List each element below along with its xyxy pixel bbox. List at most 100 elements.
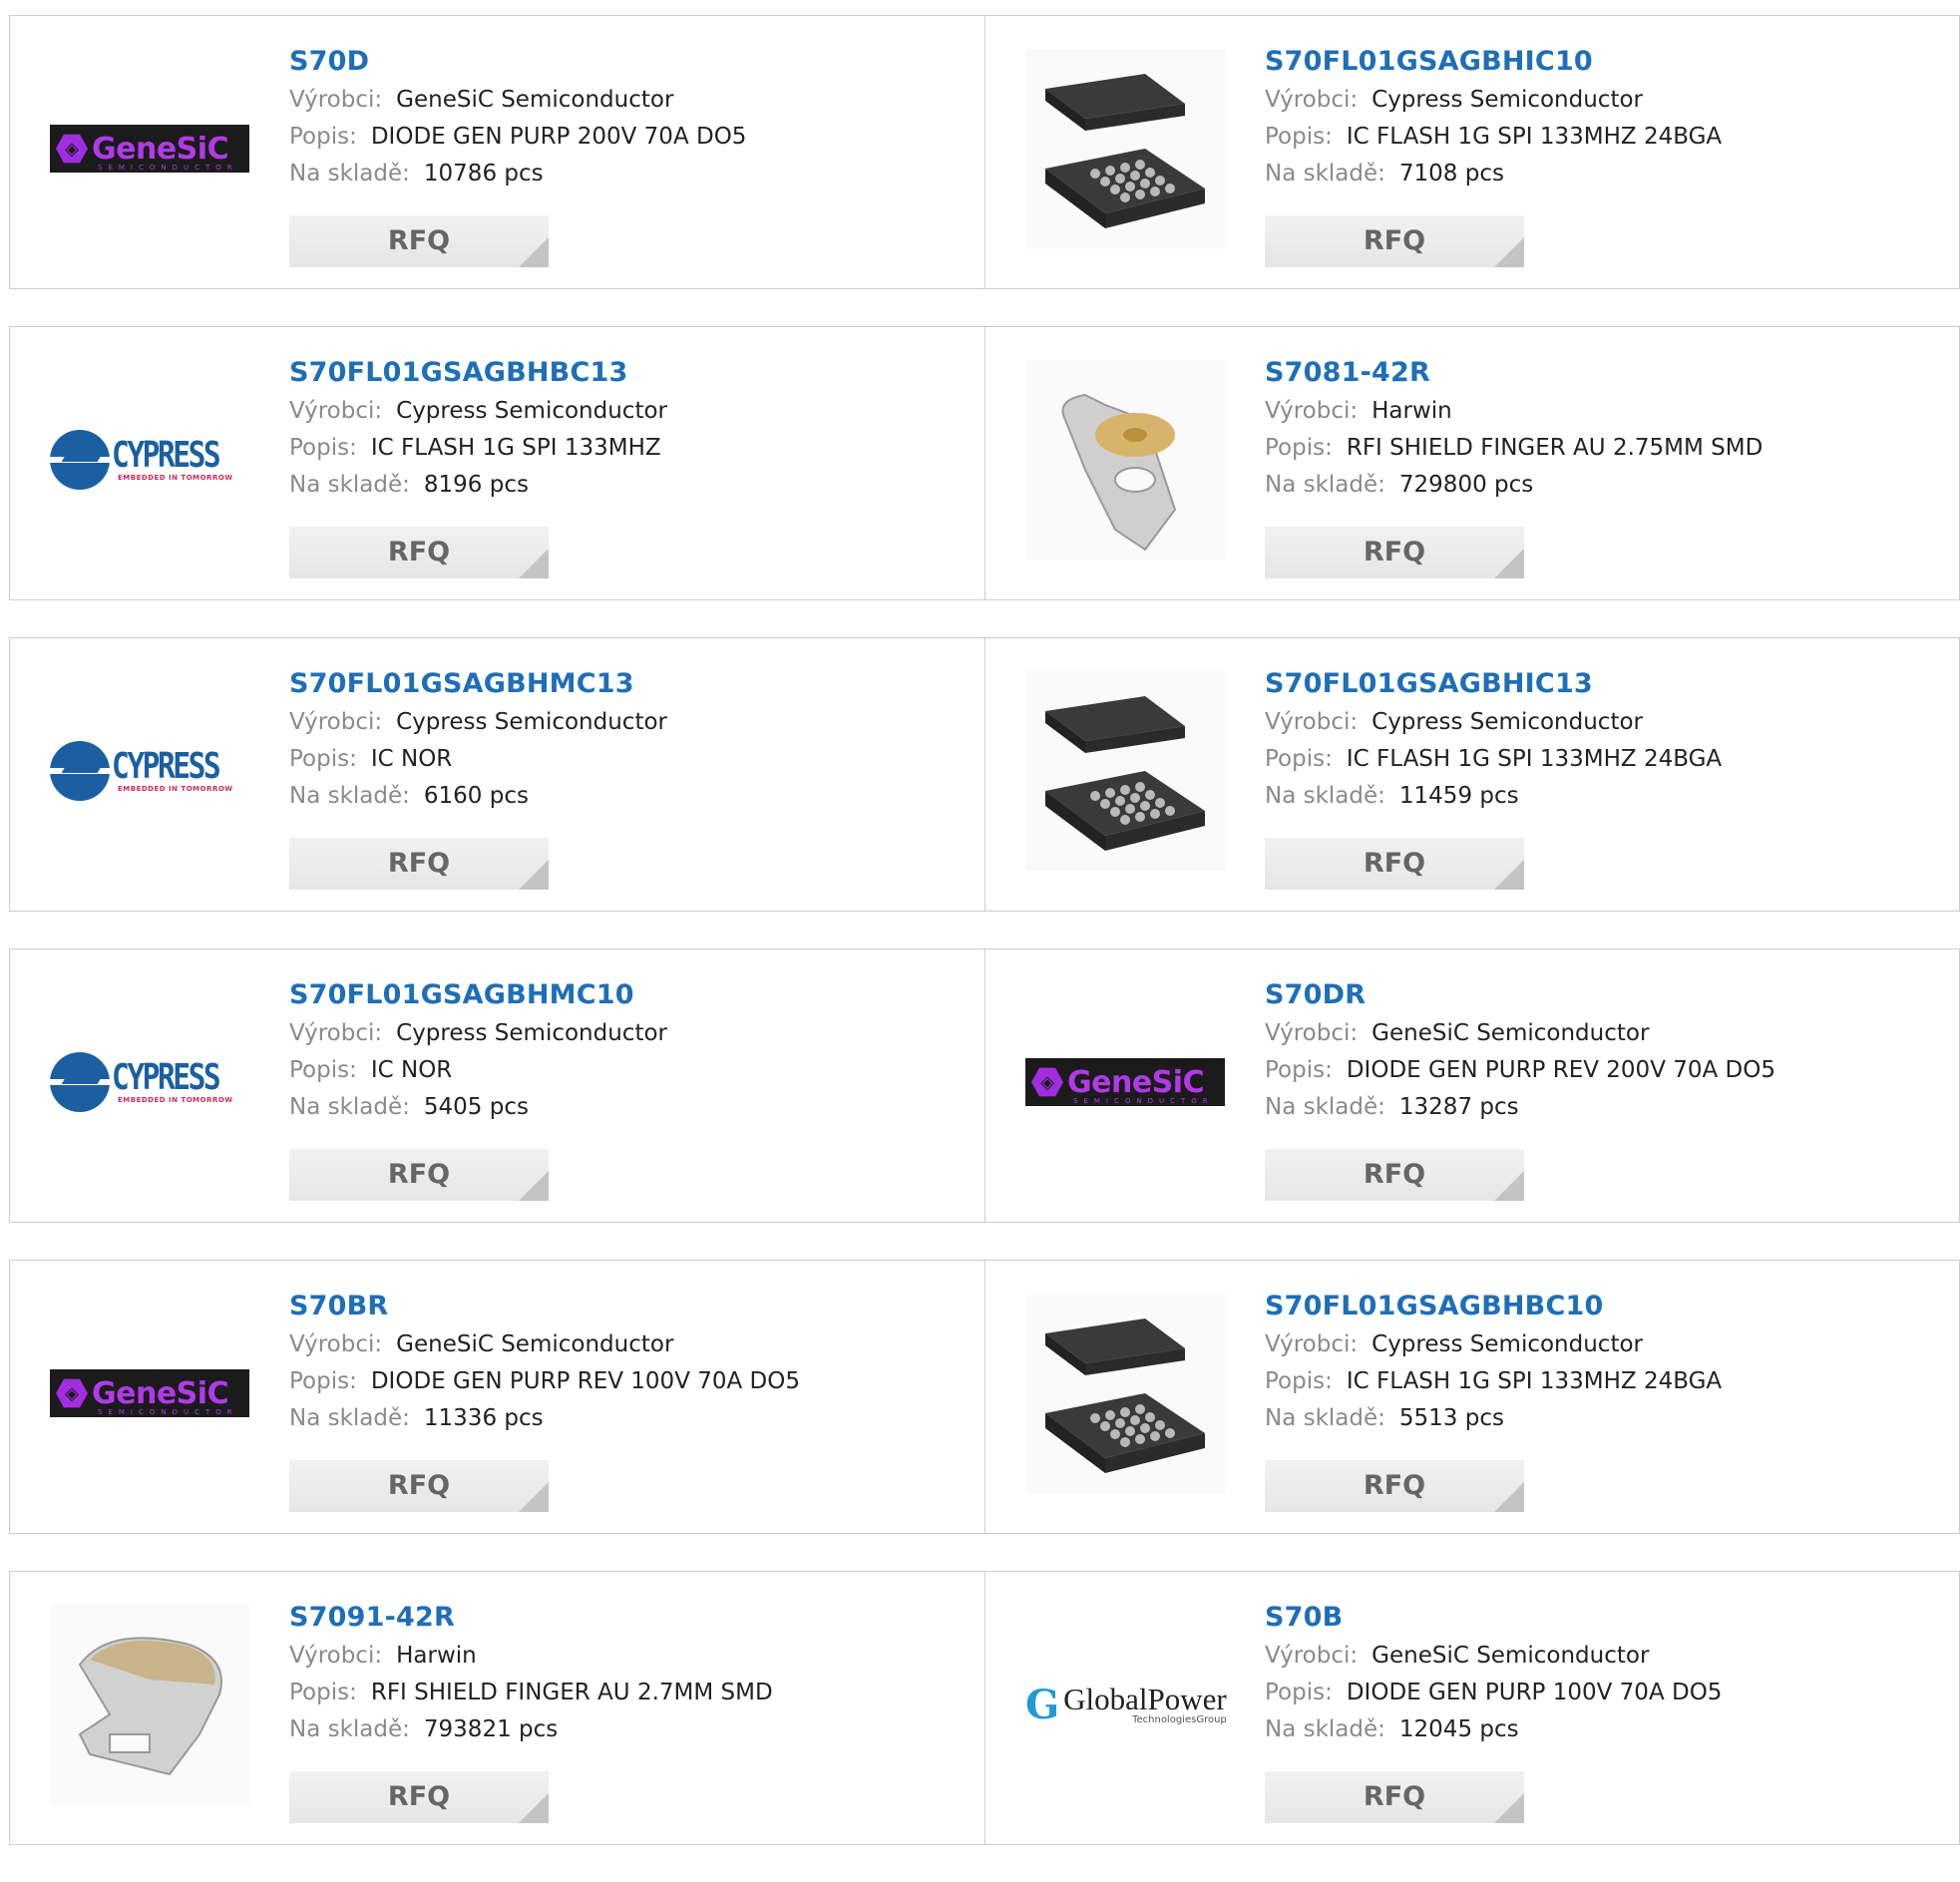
part-number-link[interactable]: S70FL01GSAGBHBC10 bbox=[1265, 1289, 1949, 1326]
shield-finger-icon bbox=[1025, 360, 1225, 560]
manufacturer-logo[interactable]: G GlobalPower TechnologiesGroup bbox=[1025, 1605, 1227, 1804]
rfq-button[interactable]: RFQ bbox=[289, 1771, 549, 1823]
manufacturer-label: Výrobci: bbox=[289, 87, 383, 113]
manufacturer-value: GeneSiC Semiconductor bbox=[396, 1331, 674, 1357]
manufacturer-value: Cypress Semiconductor bbox=[1372, 1331, 1643, 1357]
manufacturer-label: Výrobci: bbox=[289, 1331, 383, 1357]
manufacturer-value: Cypress Semiconductor bbox=[1372, 87, 1643, 113]
description-label: Popis: bbox=[289, 1680, 357, 1705]
product-card: CYPRESS EMBEDDED IN TOMORROW S70FL01GSAGB… bbox=[9, 637, 985, 912]
stock-label: Na skladě: bbox=[1265, 161, 1385, 187]
stock-label: Na skladě: bbox=[289, 1094, 410, 1120]
product-image[interactable] bbox=[1025, 49, 1225, 248]
description-label: Popis: bbox=[1265, 124, 1333, 150]
product-card: CYPRESS EMBEDDED IN TOMORROW S70FL01GSAGB… bbox=[9, 326, 985, 600]
stock-value: 7108 pcs bbox=[1398, 161, 1504, 187]
part-number-link[interactable]: S70DR bbox=[1265, 977, 1949, 1015]
product-card: CYPRESS EMBEDDED IN TOMORROW S70FL01GSAGB… bbox=[9, 948, 985, 1223]
manufacturer-value: Cypress Semiconductor bbox=[1372, 709, 1643, 735]
rfq-button[interactable]: RFQ bbox=[1265, 1771, 1524, 1823]
product-row: CYPRESS EMBEDDED IN TOMORROW S70FL01GSAGB… bbox=[9, 326, 1960, 600]
product-card: ◈ GeneSiC SEMICONDUCTOR S70DR Výrobci: Gene… bbox=[985, 948, 1960, 1223]
product-image[interactable] bbox=[1025, 1294, 1225, 1493]
part-number-link[interactable]: S70FL01GSAGBHIC10 bbox=[1265, 44, 1949, 82]
rfq-button[interactable]: RFQ bbox=[1265, 1460, 1524, 1512]
stock-value: 6160 pcs bbox=[423, 783, 529, 809]
part-number-link[interactable]: S70FL01GSAGBHBC13 bbox=[289, 355, 975, 393]
description-label: Popis: bbox=[289, 1057, 357, 1083]
manufacturer-logo[interactable]: ◈ GeneSiC SEMICONDUCTOR bbox=[50, 1294, 249, 1493]
product-image[interactable] bbox=[1025, 671, 1225, 871]
part-number-link[interactable]: S7091-42R bbox=[289, 1600, 975, 1638]
part-number-link[interactable]: S70B bbox=[1265, 1600, 1949, 1638]
rfq-button[interactable]: RFQ bbox=[289, 527, 549, 578]
manufacturer-logo[interactable]: ◈ GeneSiC SEMICONDUCTOR bbox=[1025, 982, 1225, 1182]
stock-value: 10786 pcs bbox=[423, 161, 544, 187]
manufacturer-logo[interactable]: CYPRESS EMBEDDED IN TOMORROW bbox=[50, 671, 249, 871]
part-number-link[interactable]: S70BR bbox=[289, 1289, 975, 1326]
rfq-button[interactable]: RFQ bbox=[1265, 838, 1524, 890]
stock-value: 5513 pcs bbox=[1398, 1405, 1504, 1431]
manufacturer-label: Výrobci: bbox=[1265, 1643, 1359, 1669]
manufacturer-value: GeneSiC Semiconductor bbox=[396, 87, 674, 113]
rfq-button[interactable]: RFQ bbox=[1265, 527, 1524, 578]
manufacturer-label: Výrobci: bbox=[1265, 1020, 1359, 1046]
genesic-logo-icon: ◈ GeneSiC SEMICONDUCTOR bbox=[50, 125, 249, 173]
manufacturer-logo[interactable]: ◈ GeneSiC SEMICONDUCTOR bbox=[50, 49, 249, 248]
description-value: DIODE GEN PURP 100V 70A DO5 bbox=[1346, 1680, 1723, 1705]
product-row: S7091-42R Výrobci: Harwin Popis: RFI SHIEL… bbox=[9, 1571, 1960, 1845]
manufacturer-logo[interactable]: CYPRESS EMBEDDED IN TOMORROW bbox=[50, 360, 249, 560]
stock-label: Na skladě: bbox=[1265, 1405, 1385, 1431]
manufacturer-value: Cypress Semiconductor bbox=[396, 1020, 667, 1046]
product-card: S7081-42R Výrobci: Harwin Popis: RFI SHIEL… bbox=[985, 326, 1960, 600]
stock-label: Na skladě: bbox=[1265, 783, 1385, 809]
manufacturer-label: Výrobci: bbox=[1265, 709, 1359, 735]
stock-label: Na skladě: bbox=[1265, 1716, 1385, 1742]
manufacturer-value: Cypress Semiconductor bbox=[396, 398, 667, 424]
stock-label: Na skladě: bbox=[289, 161, 410, 187]
part-number-link[interactable]: S70FL01GSAGBHMC13 bbox=[289, 666, 975, 704]
stock-label: Na skladě: bbox=[289, 472, 410, 498]
product-card: ◈ GeneSiC SEMICONDUCTOR S70BR Výrobci: Gene… bbox=[9, 1260, 985, 1534]
stock-label: Na skladě: bbox=[289, 1405, 410, 1431]
part-number-link[interactable]: S70FL01GSAGBHMC10 bbox=[289, 977, 975, 1015]
product-image[interactable] bbox=[1025, 360, 1225, 560]
manufacturer-label: Výrobci: bbox=[289, 709, 383, 735]
manufacturer-logo[interactable]: CYPRESS EMBEDDED IN TOMORROW bbox=[50, 982, 249, 1182]
bga-chip-icon bbox=[1025, 49, 1225, 248]
rfq-button[interactable]: RFQ bbox=[289, 1460, 549, 1512]
rfq-button[interactable]: RFQ bbox=[289, 838, 549, 890]
stock-label: Na skladě: bbox=[289, 783, 410, 809]
product-card: S7091-42R Výrobci: Harwin Popis: RFI SHIEL… bbox=[9, 1571, 985, 1845]
description-value: DIODE GEN PURP 200V 70A DO5 bbox=[370, 124, 747, 150]
rfq-button[interactable]: RFQ bbox=[289, 215, 549, 267]
manufacturer-value: GeneSiC Semiconductor bbox=[1372, 1020, 1650, 1046]
cypress-logo-icon: CYPRESS EMBEDDED IN TOMORROW bbox=[50, 739, 249, 803]
stock-value: 13287 pcs bbox=[1398, 1094, 1519, 1120]
part-number-link[interactable]: S70FL01GSAGBHIC13 bbox=[1265, 666, 1949, 704]
part-number-link[interactable]: S7081-42R bbox=[1265, 355, 1949, 393]
description-value: RFI SHIELD FINGER AU 2.75MM SMD bbox=[1346, 435, 1764, 461]
stock-value: 11336 pcs bbox=[423, 1405, 544, 1431]
rfq-button[interactable]: RFQ bbox=[289, 1149, 549, 1201]
manufacturer-label: Výrobci: bbox=[1265, 1331, 1359, 1357]
part-number-link[interactable]: S70D bbox=[289, 44, 975, 82]
rfq-button[interactable]: RFQ bbox=[1265, 215, 1524, 267]
product-card: S70FL01GSAGBHBC10 Výrobci: Cypress Semico… bbox=[985, 1260, 1960, 1534]
product-card: ◈ GeneSiC SEMICONDUCTOR S70D Výrobci: GeneS… bbox=[9, 15, 985, 289]
manufacturer-label: Výrobci: bbox=[289, 1643, 383, 1669]
manufacturer-label: Výrobci: bbox=[289, 398, 383, 424]
genesic-logo-icon: ◈ GeneSiC SEMICONDUCTOR bbox=[1025, 1058, 1225, 1106]
stock-value: 11459 pcs bbox=[1398, 783, 1519, 809]
rfq-button[interactable]: RFQ bbox=[1265, 1149, 1524, 1201]
stock-value: 5405 pcs bbox=[423, 1094, 529, 1120]
description-value: IC FLASH 1G SPI 133MHZ 24BGA bbox=[1346, 746, 1723, 772]
cypress-logo-icon: CYPRESS EMBEDDED IN TOMORROW bbox=[50, 1050, 249, 1114]
bga-chip-icon bbox=[1025, 1294, 1225, 1493]
description-label: Popis: bbox=[289, 435, 357, 461]
description-label: Popis: bbox=[1265, 1680, 1333, 1705]
manufacturer-value: Cypress Semiconductor bbox=[396, 709, 667, 735]
product-image[interactable] bbox=[50, 1605, 249, 1804]
manufacturer-value: Harwin bbox=[1372, 398, 1452, 424]
description-label: Popis: bbox=[289, 124, 357, 150]
